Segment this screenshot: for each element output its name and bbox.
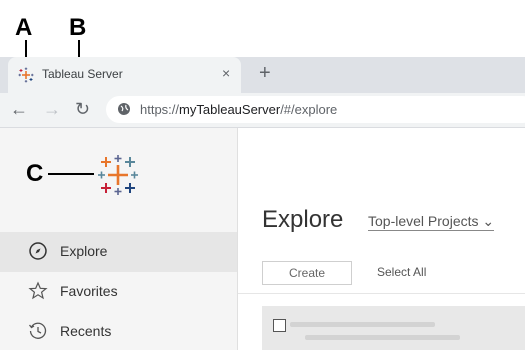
globe-icon [118,103,130,115]
reload-button[interactable]: ↻ [75,99,90,120]
list-item[interactable] [262,306,525,350]
sidebar-item-favorites[interactable]: Favorites [0,272,237,312]
page-title: Explore [262,206,344,233]
row-checkbox[interactable] [273,319,286,332]
callout-b: B [69,14,87,41]
sidebar-item-label: Favorites [60,283,118,299]
tableau-favicon-icon [18,67,34,83]
url-text[interactable]: https://myTableauServer/#/explore [140,102,337,117]
compass-icon [29,242,47,260]
tableau-logo [98,155,138,195]
history-icon [28,322,47,339]
star-icon [28,281,48,300]
create-button[interactable]: Create [262,261,352,285]
sidebar-item-explore[interactable]: Explore [0,232,237,272]
callout-c-line [48,173,94,175]
forward-button[interactable]: → [43,99,61,120]
url-prefix: https:// [140,102,180,117]
sidebar-item-recents[interactable]: Recents [0,312,237,352]
project-filter-dropdown[interactable]: Top-level Projects ⌄ [368,213,495,231]
loading-placeholder [290,322,435,327]
sidebar-item-label: Explore [60,243,108,259]
toolbar-divider [238,293,525,294]
close-icon[interactable]: × [222,65,230,81]
url-path: /#/explore [280,102,338,117]
tab-title: Tableau Server [42,67,123,81]
sidebar-item-label: Recents [60,323,112,339]
loading-placeholder [305,335,460,340]
callout-a: A [15,14,33,41]
callout-c: C [26,160,44,187]
new-tab-button[interactable]: + [259,62,271,85]
back-button[interactable]: ← [10,99,28,120]
url-host: myTableauServer [179,102,281,117]
tab-tableau-server[interactable]: Tableau Server × [8,57,241,93]
select-all-button[interactable]: Select All [377,265,426,279]
